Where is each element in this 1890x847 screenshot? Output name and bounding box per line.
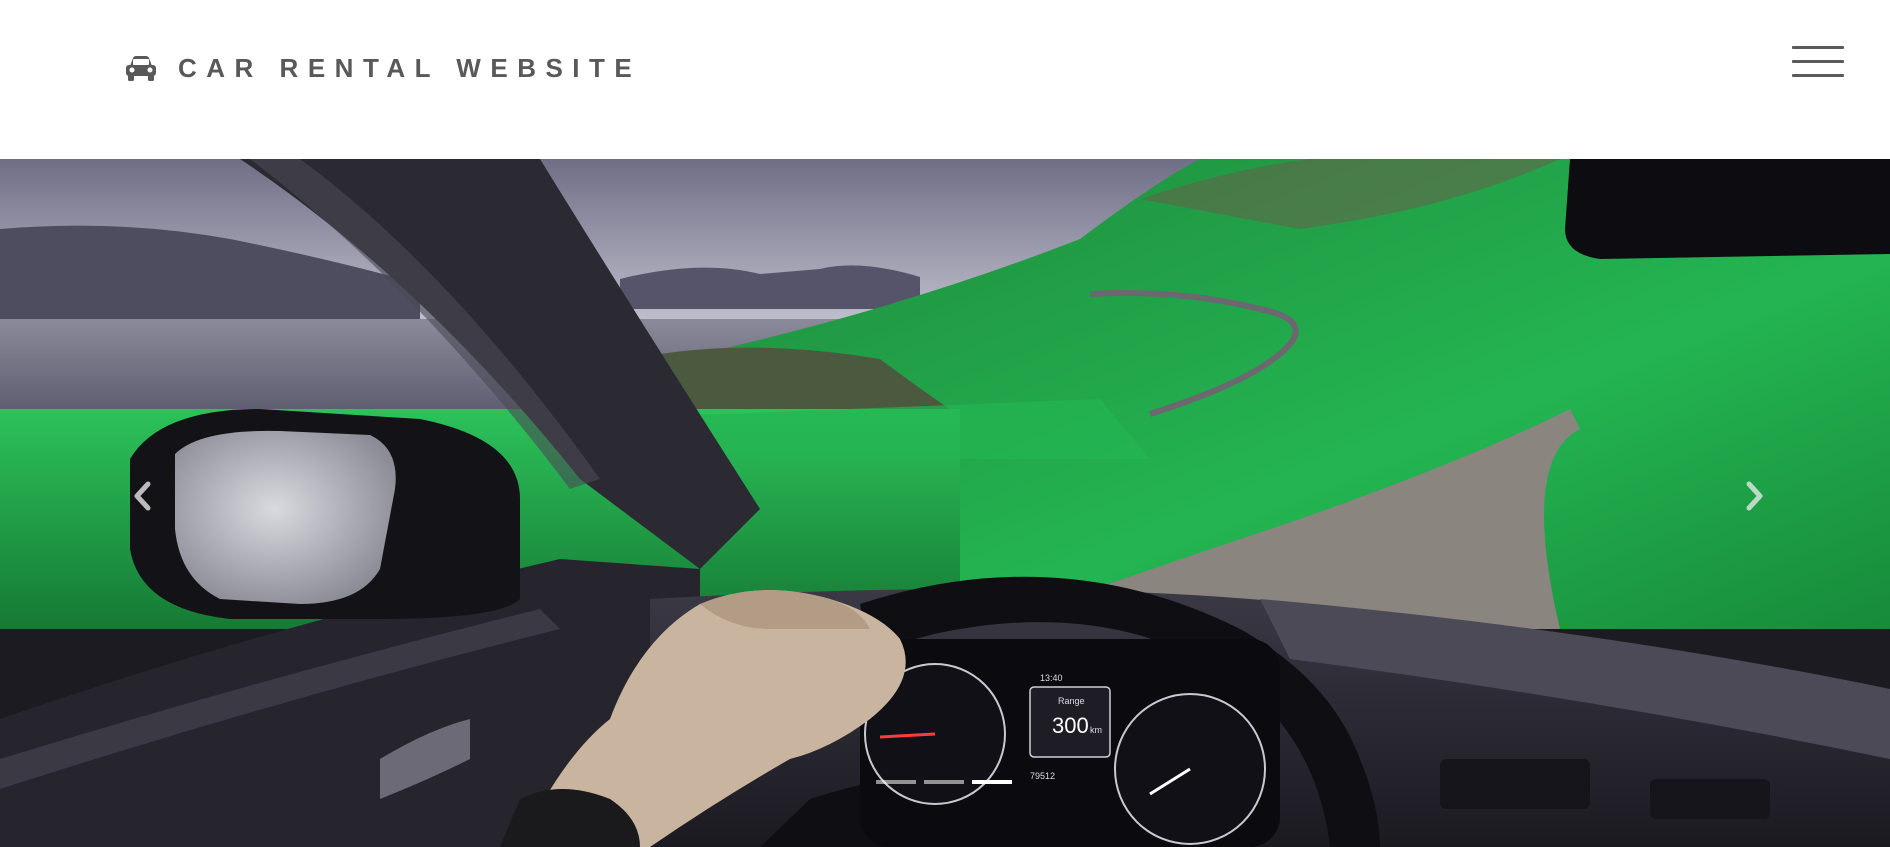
range-label: Range (1058, 696, 1085, 706)
hamburger-menu-icon[interactable] (1792, 46, 1844, 80)
brand-title: CAR RENTAL WEBSITE (178, 52, 642, 83)
carousel-indicator-2[interactable] (924, 780, 964, 784)
range-value: 300 (1052, 713, 1089, 738)
brand-link[interactable]: CAR RENTAL WEBSITE (124, 50, 641, 86)
carousel-slide-image: Range 300 km 13:40 79512 (0, 159, 1890, 847)
car-icon (124, 54, 158, 82)
carousel-prev-button[interactable] (122, 476, 162, 520)
hero-carousel: Range 300 km 13:40 79512 (0, 159, 1890, 847)
carousel-indicators (876, 780, 1012, 784)
carousel-indicator-1[interactable] (876, 780, 916, 784)
odometer: 79512 (1030, 771, 1055, 781)
chevron-right-icon (1745, 481, 1765, 516)
chevron-left-icon (132, 481, 152, 516)
carousel-next-button[interactable] (1735, 476, 1775, 520)
range-unit: km (1090, 725, 1102, 735)
site-header: CAR RENTAL WEBSITE (0, 0, 1890, 159)
dash-time: 13:40 (1040, 673, 1063, 683)
carousel-indicator-3[interactable] (972, 780, 1012, 784)
